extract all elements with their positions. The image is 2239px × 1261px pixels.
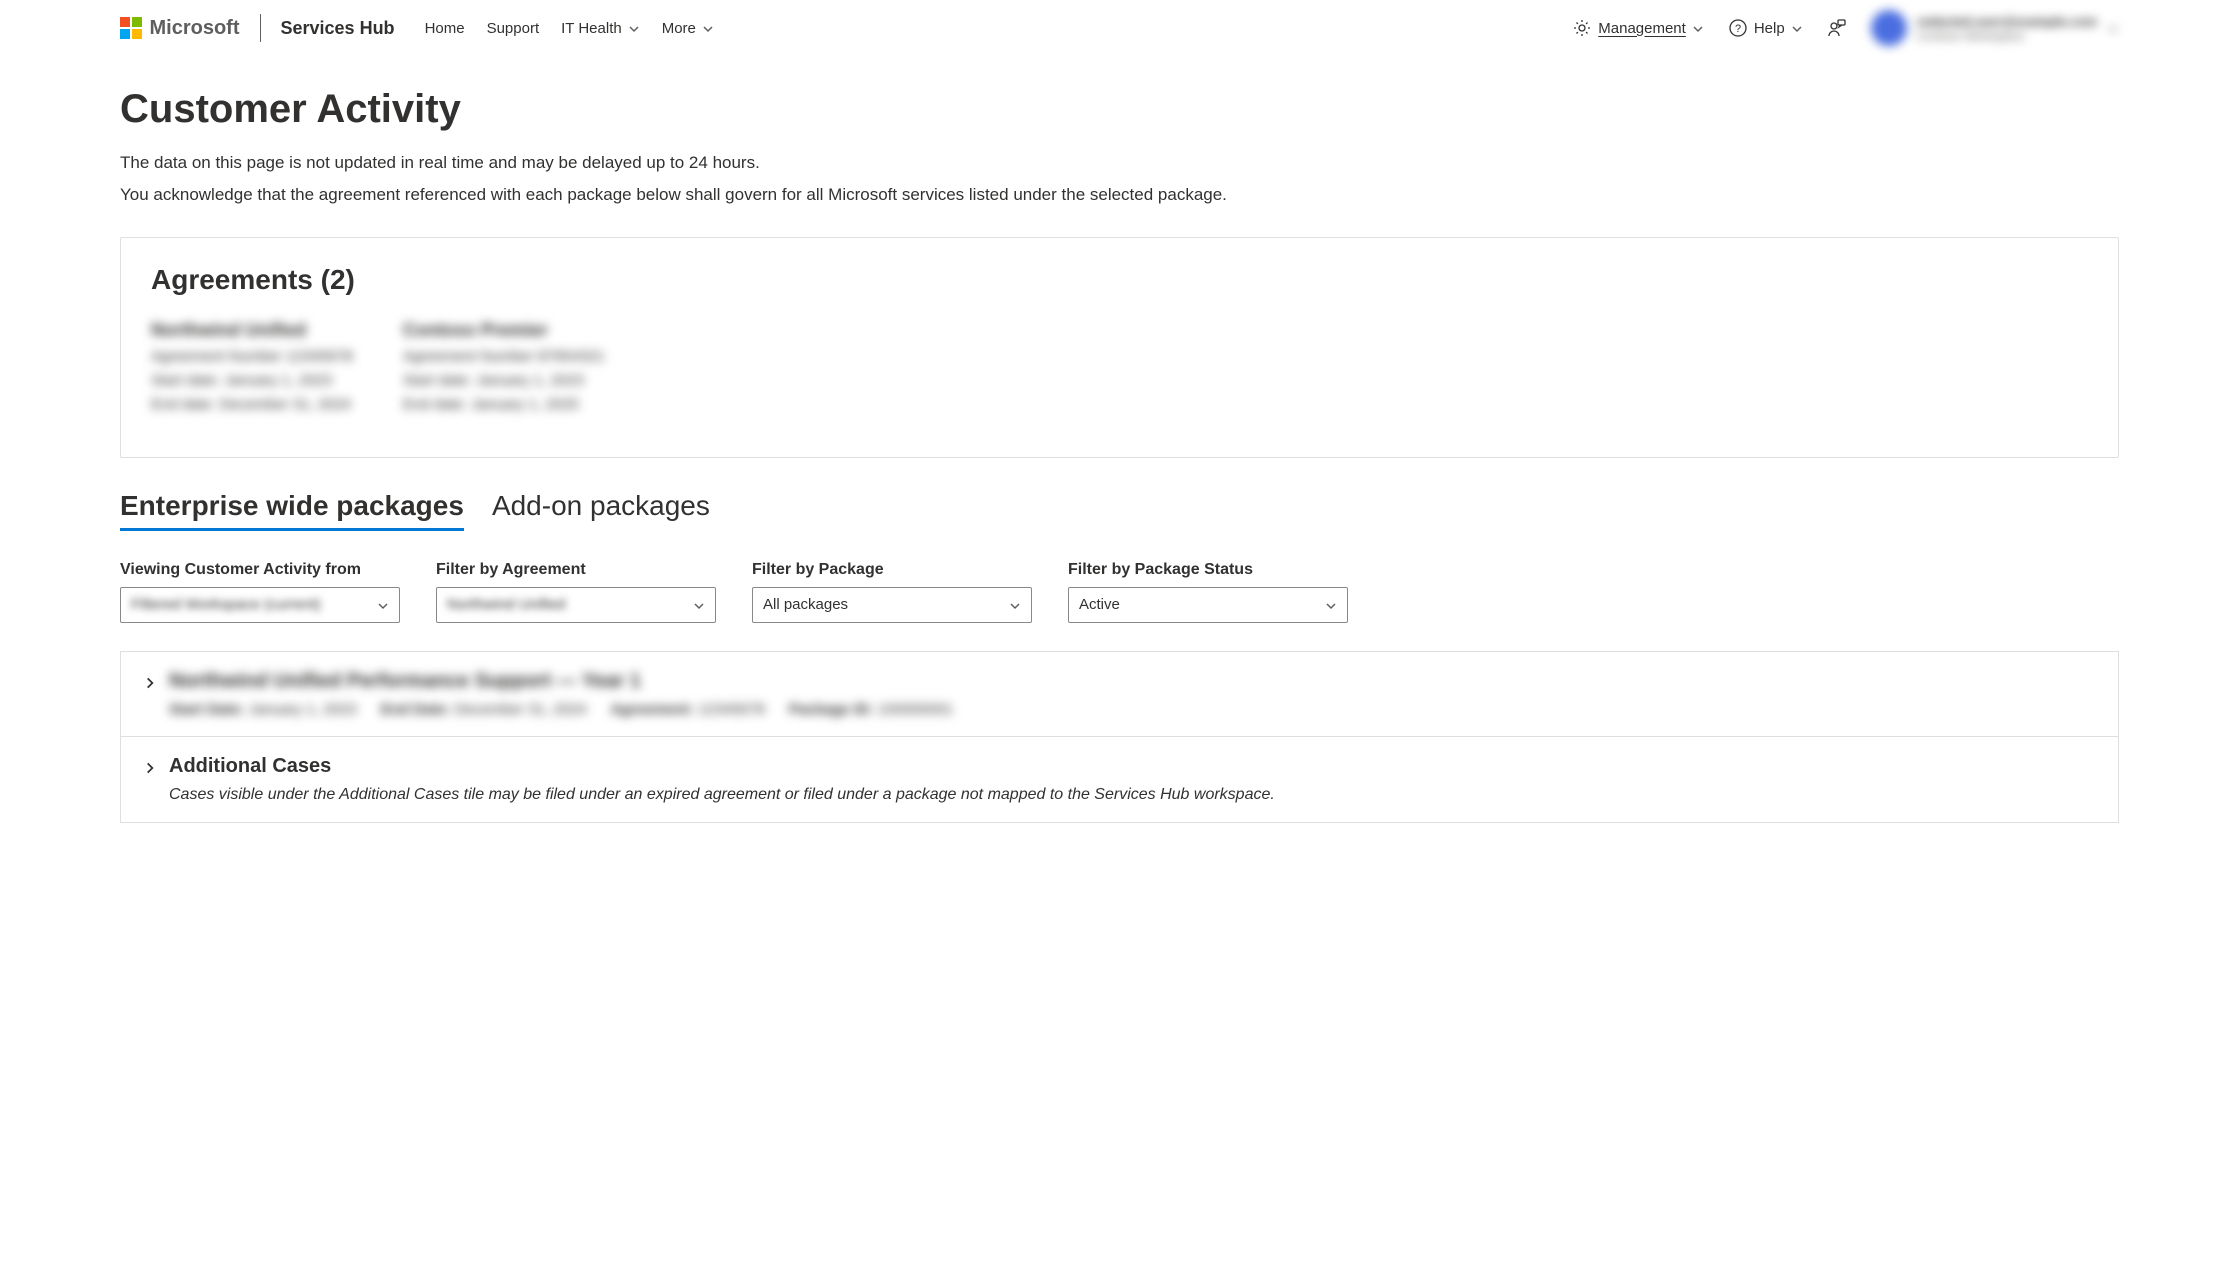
filter-by-package-status: Filter by Package Status Active xyxy=(1068,561,1348,623)
nav-support[interactable]: Support xyxy=(487,20,540,37)
package-agreement-value: 12345678 xyxy=(698,701,765,718)
chevron-down-icon xyxy=(1009,599,1021,611)
page-subtitle-1: The data on this page is not updated in … xyxy=(120,150,2119,176)
additional-cases-title: Additional Cases xyxy=(169,755,331,778)
agreement-start-value: January 1, 2023 xyxy=(476,372,584,389)
agreement-name: Contoso Premier xyxy=(403,316,605,345)
package-tabs: Enterprise wide packages Add-on packages xyxy=(120,490,2119,531)
nav-management-label: Management xyxy=(1598,20,1686,37)
help-icon: ? xyxy=(1728,18,1748,38)
agreement-number-value: 87654321 xyxy=(538,348,605,365)
feedback-button[interactable] xyxy=(1827,18,1847,38)
package-id-label: Package ID: xyxy=(789,701,874,718)
filter-label: Viewing Customer Activity from xyxy=(120,561,400,579)
agreement-start-value: January 1, 2023 xyxy=(224,372,332,389)
account-workspace: Contoso Workspace xyxy=(1917,29,2097,43)
header-right: Management ? Help redacted.user@example.… xyxy=(1572,10,2119,46)
filters-row: Viewing Customer Activity from Filtered … xyxy=(120,561,2119,623)
package-start-label: Start Date: xyxy=(169,701,245,718)
agreements-title: Agreements (2) xyxy=(151,264,2088,296)
package-end-label: End Date: xyxy=(381,701,451,718)
additional-cases-desc: Cases visible under the Additional Cases… xyxy=(169,786,2096,804)
filter-label: Filter by Agreement xyxy=(436,561,716,579)
nav-management[interactable]: Management xyxy=(1572,18,1704,38)
nav-more-label: More xyxy=(662,20,696,37)
nav-help-label: Help xyxy=(1754,20,1785,37)
select-package-status[interactable]: Active xyxy=(1068,587,1348,623)
select-value: Active xyxy=(1079,596,1120,613)
nav-support-label: Support xyxy=(487,20,540,37)
chevron-down-icon xyxy=(1791,22,1803,34)
agreement-number-label: Agreement Number xyxy=(151,348,282,365)
chevron-right-icon[interactable] xyxy=(143,676,157,690)
agreement-number-value: 12345678 xyxy=(286,348,353,365)
brand-text: Microsoft xyxy=(150,17,240,40)
nav-it-health[interactable]: IT Health xyxy=(561,20,640,37)
product-name[interactable]: Services Hub xyxy=(281,18,395,39)
chevron-right-icon[interactable] xyxy=(143,761,157,775)
agreement-end-value: December 31, 2024 xyxy=(219,396,351,413)
page-subtitle-2: You acknowledge that the agreement refer… xyxy=(120,182,2119,208)
nav-it-health-label: IT Health xyxy=(561,20,622,37)
filter-by-agreement: Filter by Agreement Northwind Unified xyxy=(436,561,716,623)
package-row[interactable]: Northwind Unified Performance Support — … xyxy=(121,652,2118,737)
additional-cases-row[interactable]: Additional Cases Cases visible under the… xyxy=(121,737,2118,822)
select-viewing-from[interactable]: Filtered Workspace (current) xyxy=(120,587,400,623)
package-id-value: 100000001 xyxy=(878,701,953,718)
nav-more[interactable]: More xyxy=(662,20,714,37)
person-feedback-icon xyxy=(1827,18,1847,38)
tab-addon-packages[interactable]: Add-on packages xyxy=(492,490,710,531)
microsoft-logo[interactable]: Microsoft xyxy=(120,17,240,40)
account-email: redacted.user@example.com xyxy=(1917,14,2097,29)
filter-label: Filter by Package xyxy=(752,561,1032,579)
agreements-card: Agreements (2) Northwind Unified Agreeme… xyxy=(120,237,2119,458)
ms-logo-icon xyxy=(120,17,142,39)
page-title: Customer Activity xyxy=(120,87,2119,132)
select-agreement[interactable]: Northwind Unified xyxy=(436,587,716,623)
agreement-item[interactable]: Northwind Unified Agreement Number 12345… xyxy=(151,316,353,417)
agreement-start-label: Start date: xyxy=(151,372,220,389)
select-package[interactable]: All packages xyxy=(752,587,1032,623)
nav-home-label: Home xyxy=(425,20,465,37)
agreement-name: Northwind Unified xyxy=(151,316,353,345)
agreement-end-label: End date: xyxy=(151,396,215,413)
package-start-value: January 1, 2023 xyxy=(249,701,357,718)
chevron-down-icon xyxy=(1692,22,1704,34)
select-value: All packages xyxy=(763,596,848,613)
top-header: Microsoft Services Hub Home Support IT H… xyxy=(0,0,2239,57)
filter-label: Filter by Package Status xyxy=(1068,561,1348,579)
gear-icon xyxy=(1572,18,1592,38)
avatar xyxy=(1871,10,1907,46)
chevron-down-icon xyxy=(693,599,705,611)
package-title: Northwind Unified Performance Support — … xyxy=(169,670,641,693)
header-divider xyxy=(260,14,261,42)
agreement-end-value: January 1, 2025 xyxy=(471,396,579,413)
select-value: Filtered Workspace (current) xyxy=(131,596,321,613)
select-value: Northwind Unified xyxy=(447,596,565,613)
filter-viewing-from: Viewing Customer Activity from Filtered … xyxy=(120,561,400,623)
nav-home[interactable]: Home xyxy=(425,20,465,37)
agreement-end-label: End date: xyxy=(403,396,467,413)
main-nav: Home Support IT Health More xyxy=(425,20,714,37)
packages-list: Northwind Unified Performance Support — … xyxy=(120,651,2119,823)
nav-help[interactable]: ? Help xyxy=(1728,18,1803,38)
agreement-start-label: Start date: xyxy=(403,372,472,389)
chevron-down-icon xyxy=(1325,599,1337,611)
tab-enterprise-packages[interactable]: Enterprise wide packages xyxy=(120,490,464,531)
chevron-down-icon xyxy=(628,22,640,34)
agreement-number-label: Agreement Number xyxy=(403,348,534,365)
package-agreement-label: Agreement: xyxy=(611,701,694,718)
package-end-value: December 31, 2024 xyxy=(455,701,587,718)
package-meta: Start Date: January 1, 2023 End Date: De… xyxy=(169,701,2096,718)
agreements-grid: Northwind Unified Agreement Number 12345… xyxy=(151,316,2088,417)
account-menu[interactable]: redacted.user@example.com Contoso Worksp… xyxy=(1871,10,2119,46)
filter-by-package: Filter by Package All packages xyxy=(752,561,1032,623)
chevron-down-icon xyxy=(2107,22,2119,34)
page-content: Customer Activity The data on this page … xyxy=(0,57,2239,863)
account-text: redacted.user@example.com Contoso Worksp… xyxy=(1917,14,2097,43)
chevron-down-icon xyxy=(377,599,389,611)
agreement-item[interactable]: Contoso Premier Agreement Number 8765432… xyxy=(403,316,605,417)
chevron-down-icon xyxy=(702,22,714,34)
svg-text:?: ? xyxy=(1735,23,1741,35)
